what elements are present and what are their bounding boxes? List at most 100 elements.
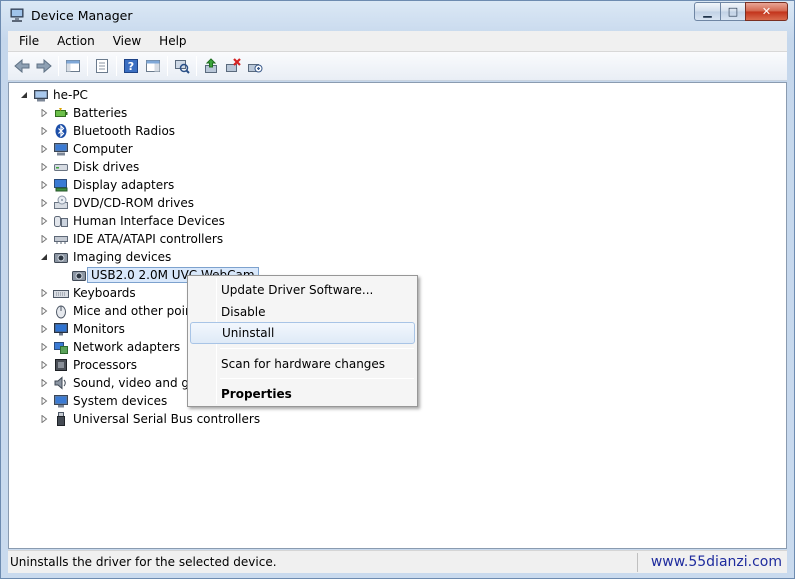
action-pane-button[interactable] <box>142 55 164 77</box>
tree-node-network-adapters[interactable]: Network adapters <box>39 338 180 356</box>
ide-controller-icon <box>54 236 68 244</box>
disable-button[interactable] <box>244 55 266 77</box>
toolbar-separator <box>87 56 88 76</box>
expand-arrow-icon[interactable] <box>39 234 49 244</box>
tree-node-bluetooth-radios[interactable]: Bluetooth Radios <box>39 122 175 140</box>
tree-node-keyboards[interactable]: Keyboards <box>39 284 136 302</box>
display-adapter-icon <box>54 179 68 192</box>
expand-arrow-icon[interactable] <box>39 198 49 208</box>
expand-arrow-icon[interactable] <box>39 414 49 424</box>
expand-arrow-icon[interactable] <box>39 342 49 352</box>
disable-menu-item[interactable]: Disable <box>190 301 415 323</box>
expand-arrow-icon[interactable] <box>39 324 49 334</box>
help-button[interactable]: ? <box>120 55 142 77</box>
tree-node-dvd-cd-rom-drives[interactable]: DVD/CD-ROM drives <box>39 194 194 212</box>
show-hide-console-tree-icon <box>66 60 80 72</box>
context-menu-separator <box>220 378 414 379</box>
context-menu-separator <box>220 348 414 349</box>
expand-arrow-icon[interactable] <box>39 216 49 226</box>
title-bar[interactable]: Device Manager ▁ □ ✕ <box>1 1 794 31</box>
collapse-arrow-icon[interactable] <box>39 252 49 262</box>
show-action-pane-icon <box>146 60 160 72</box>
expand-arrow-icon[interactable] <box>39 378 49 388</box>
disable-icon <box>248 64 263 73</box>
uninstall-button[interactable] <box>222 55 244 77</box>
device-manager-icon <box>10 8 24 22</box>
toolbar: ? <box>8 52 787 81</box>
speaker-icon <box>54 376 66 390</box>
expand-arrow-icon[interactable] <box>39 396 49 406</box>
device-manager-window: Device Manager ▁ □ ✕ File Action View He… <box>0 0 795 579</box>
keyboard-icon <box>53 290 69 298</box>
expand-arrow-icon[interactable] <box>39 162 49 172</box>
update-driver-menu-item[interactable]: Update Driver Software... <box>190 279 415 301</box>
forward-icon <box>36 58 52 74</box>
tree-node-disk-drives[interactable]: Disk drives <box>39 158 139 176</box>
category-label: Sound, video and gar <box>73 376 202 390</box>
expand-arrow-icon[interactable] <box>39 288 49 298</box>
toolbar-separator <box>196 56 197 76</box>
tree-node-human-interface-devices[interactable]: Human Interface Devices <box>39 212 225 230</box>
menu-file[interactable]: File <box>8 34 46 48</box>
uninstall-menu-item[interactable]: Uninstall <box>190 322 415 344</box>
menu-action[interactable]: Action <box>46 34 102 48</box>
scan-hardware-button[interactable] <box>171 55 193 77</box>
category-label: Monitors <box>73 322 125 336</box>
console-tree-button[interactable] <box>62 55 84 77</box>
monitor-icon <box>54 323 68 336</box>
scan-hardware-menu-item[interactable]: Scan for hardware changes <box>190 353 415 375</box>
back-icon <box>14 58 30 74</box>
properties-menu-item[interactable]: Properties <box>190 383 415 405</box>
category-label: Human Interface Devices <box>73 214 225 228</box>
tree-node-sound-video-and-gar[interactable]: Sound, video and gar <box>39 374 201 392</box>
maximize-button[interactable]: □ <box>720 2 745 21</box>
system-devices-icon <box>54 395 68 408</box>
update-driver-button[interactable] <box>200 55 222 77</box>
mouse-icon <box>56 305 66 319</box>
toolbar-separator <box>167 56 168 76</box>
computer-icon <box>34 90 48 102</box>
tree-node-imaging-devices[interactable]: Imaging devices <box>39 248 171 266</box>
category-label: Keyboards <box>73 286 136 300</box>
collapse-arrow-icon[interactable] <box>19 90 29 100</box>
category-label: IDE ATA/ATAPI controllers <box>73 232 224 246</box>
uninstall-icon <box>226 58 241 72</box>
category-label: Bluetooth Radios <box>73 124 176 138</box>
expand-arrow-icon[interactable] <box>39 126 49 136</box>
usb-icon <box>57 412 65 426</box>
hid-icon <box>54 216 68 227</box>
expand-arrow-icon[interactable] <box>39 108 49 118</box>
tree-node-system-devices[interactable]: System devices <box>39 392 167 410</box>
expand-arrow-icon[interactable] <box>39 360 49 370</box>
tree-node-batteries[interactable]: Batteries <box>39 104 127 122</box>
tree-node-processors[interactable]: Processors <box>39 356 137 374</box>
back-button[interactable] <box>11 55 33 77</box>
camera-icon <box>54 253 68 263</box>
status-text: Uninstalls the driver for the selected d… <box>10 555 277 569</box>
forward-button[interactable] <box>33 55 55 77</box>
expand-arrow-icon[interactable] <box>39 180 49 190</box>
tree-node-mice-and-other-pointi[interactable]: Mice and other pointi <box>39 302 201 320</box>
category-label: System devices <box>73 394 168 408</box>
root-label: he-PC <box>53 88 88 102</box>
tree-node-ide-ata-atapi-controllers[interactable]: IDE ATA/ATAPI controllers <box>39 230 223 248</box>
help-icon: ? <box>124 59 138 73</box>
tree-node-root[interactable]: he-PC <box>19 86 88 104</box>
toolbar-separator <box>58 56 59 76</box>
tree-node-monitors[interactable]: Monitors <box>39 320 125 338</box>
tree-node-computer[interactable]: Computer <box>39 140 133 158</box>
battery-icon <box>55 108 68 117</box>
properties-button[interactable] <box>91 55 113 77</box>
status-bar: Uninstalls the driver for the selected d… <box>8 550 787 573</box>
close-button[interactable]: ✕ <box>745 2 788 21</box>
tree-node-display-adapters[interactable]: Display adapters <box>39 176 174 194</box>
menu-view[interactable]: View <box>102 34 148 48</box>
minimize-button[interactable]: ▁ <box>694 2 720 21</box>
category-label: Display adapters <box>73 178 175 192</box>
tree-node-universal-serial-bus-controllers[interactable]: Universal Serial Bus controllers <box>39 410 260 428</box>
expand-arrow-icon[interactable] <box>39 144 49 154</box>
category-label: Computer <box>73 142 133 156</box>
update-driver-icon <box>205 58 217 73</box>
menu-help[interactable]: Help <box>148 34 193 48</box>
expand-arrow-icon[interactable] <box>39 306 49 316</box>
